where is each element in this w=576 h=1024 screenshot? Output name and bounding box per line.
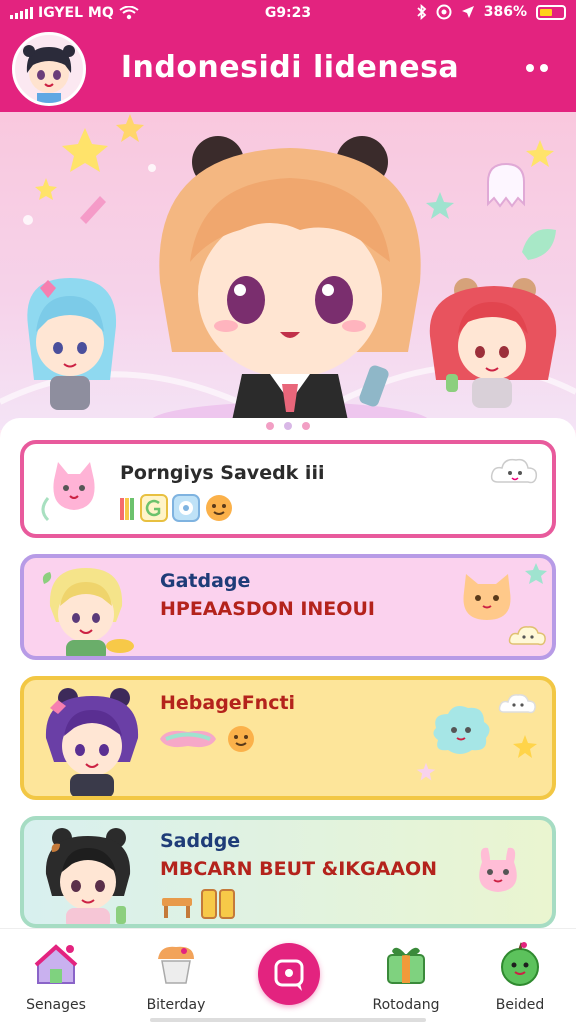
star-icon (62, 128, 108, 172)
avatar-girl-icon (23, 45, 75, 103)
status-bar: IGYEL MQ G9:23 386% (0, 0, 576, 28)
feature-card-3[interactable]: HebageFncti (20, 676, 556, 800)
battery-icon (536, 4, 566, 20)
tab-label: Rotodang (372, 997, 440, 1013)
purple-hair-character-icon (45, 688, 139, 796)
bluetooth-icon (417, 4, 427, 20)
star-icon (426, 192, 454, 219)
sticker-badge-icon (172, 494, 200, 522)
ghost-icon (487, 162, 525, 208)
cloud-face-icon (508, 626, 546, 646)
hero-banner[interactable] (0, 112, 576, 430)
tab-beided[interactable]: Beided (470, 937, 570, 1017)
at-sign-icon (436, 4, 452, 20)
card-subtitle: HPEAASDON INEOUI (160, 598, 375, 620)
pink-cat-icon (41, 462, 95, 522)
card-subtitle: MBCARN BEUT &IKGAAON (160, 858, 438, 880)
tab-senages[interactable]: Senages (6, 937, 106, 1017)
page-dot-active[interactable] (284, 422, 292, 430)
blonde-character-icon (42, 568, 134, 656)
apple-face-icon (501, 942, 539, 986)
leaf-icon (522, 228, 556, 260)
star-icon (116, 114, 144, 142)
battery-percent: 386% (483, 4, 527, 20)
feature-card-1[interactable]: Porngiys Savedk iii (20, 440, 556, 538)
banner-illustration (0, 114, 576, 430)
blue-hair-character (27, 278, 117, 410)
pink-bunny-icon (479, 847, 517, 892)
more-options-button[interactable] (522, 58, 552, 78)
rainbow-badge-icon (120, 498, 134, 520)
tab-label: Senages (26, 997, 86, 1013)
candy-icon (80, 196, 106, 224)
tab-label: Beided (495, 997, 545, 1013)
star-icon (416, 762, 436, 781)
dot-icon (540, 64, 548, 72)
location-arrow-icon (461, 6, 474, 18)
star-icon (513, 735, 537, 758)
door-icon (201, 889, 235, 919)
page-dot[interactable] (266, 422, 274, 430)
chat-icon (274, 959, 304, 991)
black-hair-character-icon (45, 828, 131, 924)
home-indicator[interactable] (150, 1018, 426, 1022)
cloud-face-icon (498, 694, 536, 714)
cupcake-icon (158, 946, 194, 984)
star-icon (526, 140, 554, 167)
letter-g-badge-icon (140, 494, 168, 522)
card-title: HebageFncti (160, 692, 296, 714)
page-dot[interactable] (302, 422, 310, 430)
tab-biterday[interactable]: Biterday (126, 937, 226, 1017)
star-icon (525, 563, 547, 584)
feature-card-4[interactable]: Saddge MBCARN BEUT &IKGAAON (20, 816, 556, 928)
candy-icon (160, 730, 216, 748)
card-title: Saddge (160, 830, 241, 852)
star-icon (35, 178, 57, 200)
tab-chat-button[interactable] (258, 943, 320, 1005)
avatar[interactable] (12, 32, 86, 106)
card-title: Porngiys Savedk iii (120, 462, 325, 484)
card-title: Gatdage (160, 570, 251, 592)
bench-icon (162, 898, 192, 918)
app-bar: Indonesidi lidenesa (0, 28, 576, 112)
dot-icon (526, 64, 534, 72)
banner-pagination (0, 422, 576, 430)
bottom-tab-bar: Senages Biterday Rotodang Beided (0, 928, 576, 1024)
house-icon (34, 944, 78, 984)
status-right: 386% (417, 4, 566, 20)
tab-rotodang[interactable]: Rotodang (356, 937, 456, 1017)
red-hair-character (429, 278, 557, 408)
app-title: Indonesidi lidenesa (120, 50, 460, 85)
feature-card-2[interactable]: Gatdage HPEAASDON INEOUI (20, 554, 556, 660)
blue-ghost-icon (433, 706, 490, 754)
gift-icon (387, 947, 425, 984)
cloud-face-icon (490, 458, 538, 484)
card-list: Porngiys Savedk iii Gatdage HPEAASDON IN… (0, 418, 576, 928)
tab-label: Biterday (146, 997, 206, 1013)
orange-cat-icon (463, 574, 511, 620)
smiley-icon (228, 726, 254, 752)
smiley-badge-icon (206, 495, 232, 521)
